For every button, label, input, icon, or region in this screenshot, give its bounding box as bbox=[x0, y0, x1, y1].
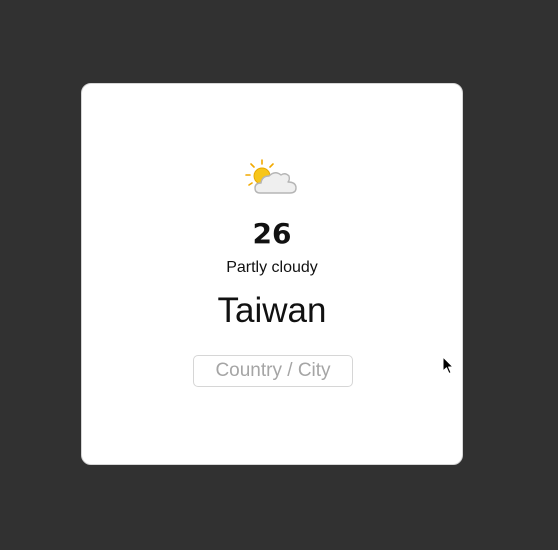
weather-card: 26 Partly cloudy Taiwan bbox=[81, 83, 463, 465]
mouse-cursor-icon bbox=[442, 356, 454, 374]
location-search-input[interactable] bbox=[193, 355, 353, 387]
partly-cloudy-icon bbox=[245, 159, 297, 194]
weather-condition: Partly cloudy bbox=[226, 259, 318, 276]
temperature-value: 26 bbox=[252, 217, 292, 250]
location-name: Taiwan bbox=[217, 291, 327, 330]
